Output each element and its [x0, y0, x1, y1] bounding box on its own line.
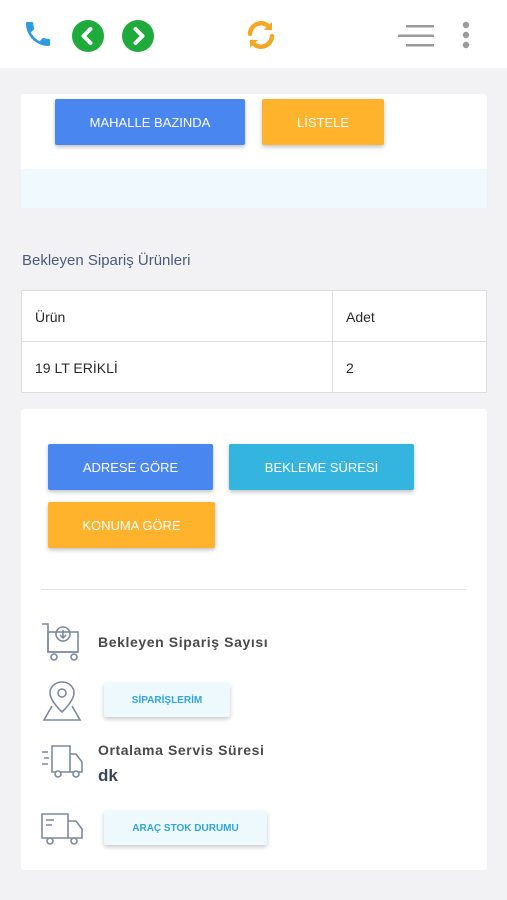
wait-time-button[interactable]: BEKLEME SÜRESİ [229, 444, 414, 490]
divider [41, 589, 467, 590]
phone-icon[interactable] [20, 16, 56, 52]
back-arrow-icon[interactable] [72, 20, 104, 52]
menu-icon[interactable] [398, 22, 436, 50]
column-header-product: Ürün [22, 291, 333, 342]
vehicle-stock-button[interactable]: ARAÇ STOK DURUMU [104, 811, 267, 845]
neighborhood-button[interactable]: MAHALLE BAZINDA [55, 99, 245, 145]
refresh-icon[interactable] [242, 16, 280, 54]
forward-arrow-icon[interactable] [122, 20, 154, 52]
table-row[interactable]: 19 LT ERİKLİ 2 [22, 342, 486, 393]
fast-delivery-truck-icon [40, 740, 84, 780]
my-orders-button[interactable]: SİPARİŞLERİM [104, 683, 230, 717]
avg-service-label: Ortalama Servis Süresi [98, 742, 265, 758]
more-vertical-icon[interactable] [458, 20, 474, 50]
table-header-row: Ürün Adet [22, 291, 486, 342]
map-pin-icon [40, 678, 84, 722]
quantity-cell: 2 [346, 359, 354, 376]
column-header-quantity: Adet [346, 308, 375, 325]
avg-service-value: dk [98, 766, 118, 785]
cart-download-icon [40, 622, 84, 662]
by-location-button[interactable]: KONUMA GÖRE [48, 502, 215, 548]
truck-icon [40, 808, 84, 848]
pending-products-table: Ürün Adet 19 LT ERİKLİ 2 [21, 290, 487, 393]
by-address-button[interactable]: ADRESE GÖRE [48, 444, 213, 490]
product-cell: 19 LT ERİKLİ [22, 342, 333, 393]
pending-products-title: Bekleyen Sipariş Ürünleri [22, 252, 191, 269]
list-button[interactable]: LİSTELE [262, 99, 384, 145]
pending-count-label: Bekleyen Sipariş Sayısı [98, 634, 269, 650]
top-bar [0, 0, 507, 68]
filter-area [21, 169, 487, 208]
